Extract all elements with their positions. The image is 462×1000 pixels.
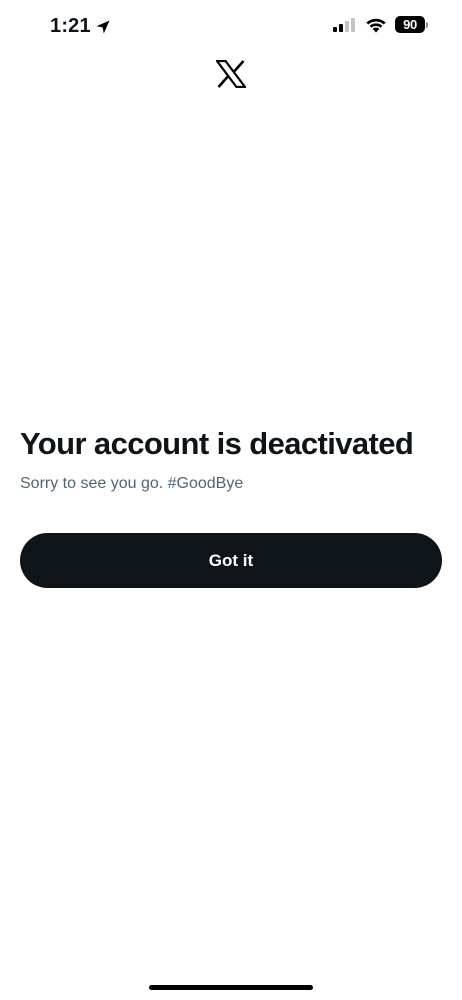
status-time: 1:21 [50,15,91,37]
battery-level: 90 [395,16,425,33]
wifi-icon [366,18,386,32]
page-title: Your account is deactivated [20,426,414,461]
status-time-group: 1:21 [50,15,111,38]
got-it-button[interactable]: Got it [20,533,442,588]
location-arrow-icon [96,20,110,33]
deactivation-message: Your account is deactivated Sorry to see… [20,424,445,494]
home-indicator[interactable] [149,985,313,990]
x-logo-icon [216,60,246,88]
cellular-signal-icon [333,17,355,32]
status-bar: 1:21 90 [0,0,462,56]
battery-indicator: 90 [395,16,428,33]
battery-tip [426,21,428,28]
page-subtitle: Sorry to see you go. #GoodBye [20,475,244,492]
status-indicators: 90 [333,16,428,33]
